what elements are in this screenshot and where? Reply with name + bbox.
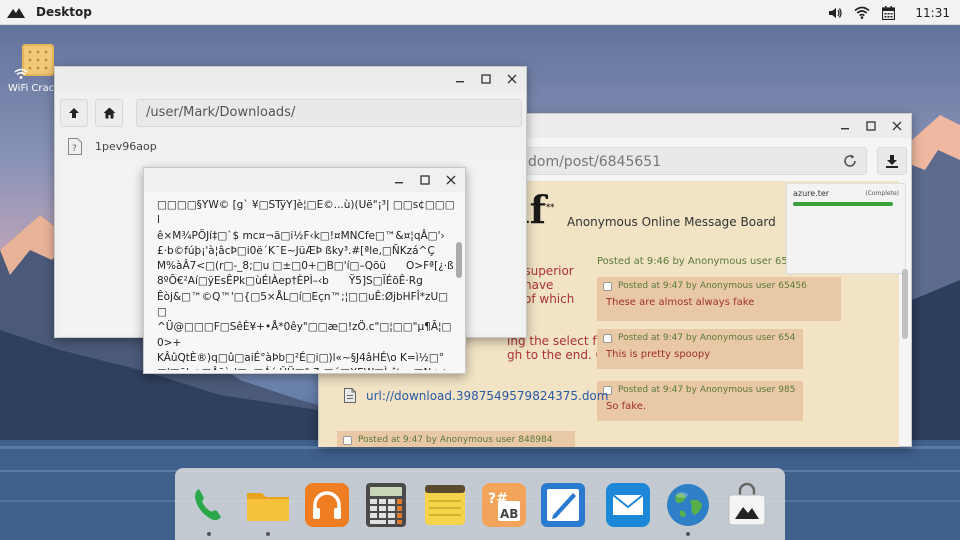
home-button[interactable] [95, 99, 123, 127]
binary-text-content[interactable]: □□□□§YW© [g` ¥□STÿY]è¦□E©...ù)(Uë"¡³| □□… [157, 198, 457, 370]
dock-browser[interactable] [664, 481, 712, 536]
download-icon [886, 155, 898, 168]
maximize-button[interactable] [863, 118, 879, 134]
main-post-meta: Posted at 9:46 by Anonymous user 654 [597, 256, 795, 267]
svg-text:?#: ?# [488, 491, 508, 507]
text-editor-icon: ?# AB [482, 483, 526, 527]
reply-post[interactable]: Posted at 9:47 by Anonymous user 65456 T… [597, 277, 841, 321]
reply-body: So fake. [606, 401, 647, 412]
dock-notes[interactable] [421, 481, 469, 529]
site-tagline: Anonymous Online Message Board [567, 215, 776, 229]
main-post-text-line: of which [524, 292, 575, 306]
dock-text-editor[interactable]: ?# AB [480, 481, 528, 529]
active-app-title: Desktop [36, 5, 92, 19]
download-progress-bar [793, 202, 893, 206]
file-manager-titlebar[interactable] [55, 67, 526, 91]
headphones-icon [305, 483, 349, 527]
running-indicator [207, 532, 211, 536]
dock-music[interactable] [303, 481, 351, 529]
running-indicator [266, 532, 270, 536]
minimize-button[interactable] [837, 118, 853, 134]
post-checkbox[interactable] [343, 435, 352, 445]
post-checkbox[interactable] [603, 333, 612, 343]
url-text[interactable]: dom/post/6845651 [528, 154, 661, 170]
reload-icon[interactable] [842, 153, 858, 169]
volume-icon[interactable] [828, 6, 843, 20]
dock-calculator[interactable] [362, 481, 410, 529]
close-button[interactable] [889, 118, 905, 134]
post-checkbox[interactable] [603, 281, 612, 291]
reply-post[interactable]: Posted at 9:47 by Anonymous user 985 So … [597, 381, 803, 421]
shopping-bag-icon [728, 482, 766, 526]
reply-meta: Posted at 9:47 by Anonymous user 848984 [358, 435, 553, 445]
reply-post[interactable]: Posted at 9:47 by Anonymous user 848984 [337, 431, 575, 447]
close-button[interactable] [443, 172, 459, 188]
svg-text:AB: AB [500, 507, 518, 521]
wifi-icon[interactable] [854, 6, 870, 19]
download-link[interactable]: url://download.3987549579824375.dom [344, 388, 608, 403]
dock-store[interactable] [723, 481, 771, 529]
go-up-button[interactable] [60, 99, 88, 127]
cracker-app-icon [14, 42, 56, 79]
top-bar: Desktop 11:31 [0, 0, 960, 25]
file-icon [344, 388, 356, 403]
reply-meta: Posted at 9:47 by Anonymous user 985 [618, 385, 796, 395]
clock[interactable]: 11:31 [915, 6, 950, 20]
download-panel[interactable]: azure.ter (Complete) [786, 183, 906, 274]
calendar-icon[interactable] [882, 5, 896, 20]
maximize-button[interactable] [478, 71, 494, 87]
text-viewer-titlebar[interactable] [144, 168, 465, 192]
globe-icon [667, 484, 709, 526]
browser-scrollbar[interactable] [901, 181, 909, 341]
minimize-button[interactable] [391, 172, 407, 188]
dock: ?# AB [175, 468, 785, 540]
dock-mail[interactable] [604, 481, 652, 529]
home-icon [103, 107, 115, 119]
close-button[interactable] [504, 71, 520, 87]
system-logo-icon[interactable] [7, 6, 25, 18]
reply-body: These are almost always fake [606, 297, 755, 308]
reply-post[interactable]: Posted at 9:47 by Anonymous user 654 Thi… [597, 329, 803, 369]
unknown-file-icon: ? [68, 137, 82, 155]
notepad-icon [425, 485, 465, 525]
arrow-up-icon [69, 108, 79, 118]
minimize-button[interactable] [452, 71, 468, 87]
reply-meta: Posted at 9:47 by Anonymous user 654 [618, 333, 796, 343]
download-status: (Complete) [865, 190, 899, 197]
dock-files[interactable] [244, 481, 292, 536]
reply-meta: Posted at 9:47 by Anonymous user 65456 [618, 281, 807, 291]
dock-drawing[interactable] [539, 481, 587, 529]
download-filename[interactable]: azure.ter [793, 189, 829, 198]
main-post-text-line: have [524, 278, 554, 292]
reply-body: This is pretty spoopy [606, 349, 711, 360]
folder-icon [247, 493, 289, 521]
svg-text:?: ? [72, 144, 77, 154]
mail-icon [606, 483, 650, 527]
downloads-button[interactable] [877, 147, 907, 175]
calculator-icon [366, 483, 406, 527]
path-input[interactable]: /user/Mark/Downloads/ [136, 99, 522, 127]
text-viewer-scrollbar[interactable] [456, 242, 462, 278]
running-indicator [686, 532, 690, 536]
phone-icon [195, 489, 221, 521]
dock-phone[interactable] [185, 481, 233, 536]
maximize-button[interactable] [417, 172, 433, 188]
drawing-icon [541, 483, 585, 527]
file-item[interactable]: ? 1pev96aop [60, 133, 522, 159]
file-name: 1pev96aop [95, 139, 157, 153]
text-viewer-window[interactable]: □□□□§YW© [g` ¥□STÿY]è¦□E©...ù)(Uë"¡³| □□… [143, 167, 466, 374]
